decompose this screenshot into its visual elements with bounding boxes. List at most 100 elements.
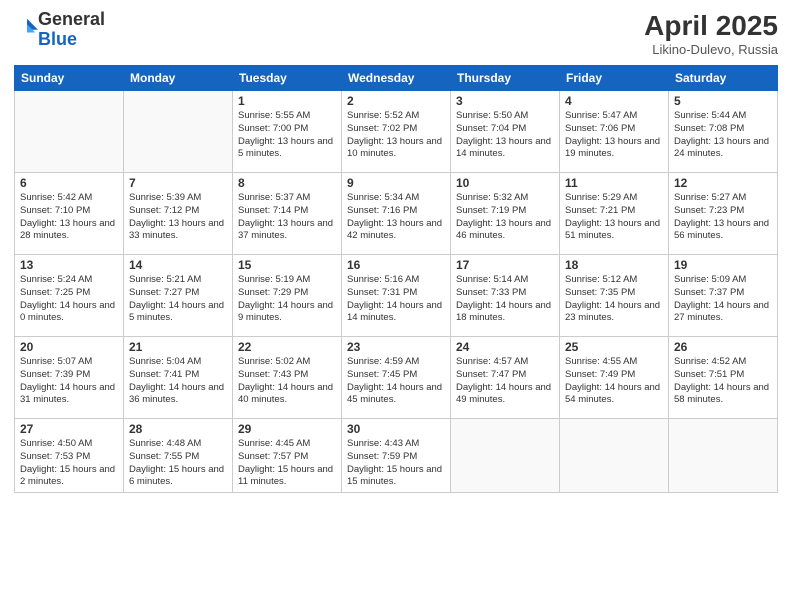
calendar-day-cell: 16Sunrise: 5:16 AM Sunset: 7:31 PM Dayli… — [342, 255, 451, 337]
day-info: Sunrise: 4:48 AM Sunset: 7:55 PM Dayligh… — [129, 438, 227, 489]
day-of-week-header: Tuesday — [233, 66, 342, 91]
day-info: Sunrise: 5:09 AM Sunset: 7:37 PM Dayligh… — [674, 274, 772, 325]
day-number: 13 — [20, 258, 118, 272]
calendar-day-cell: 19 Sunrise: 5:09 AM Sunset: 7:37 PM Dayli… — [669, 255, 778, 337]
calendar-day-cell: 14 Sunrise: 5:21 AM Sunset: 7:27 PM Dayli… — [124, 255, 233, 337]
day-number: 12 — [674, 176, 772, 190]
day-info: Sunrise: 4:45 AM Sunset: 7:57 PM Dayligh… — [238, 438, 336, 489]
calendar-day-cell: 3 Sunrise: 5:50 AM Sunset: 7:04 PM Daylig… — [451, 91, 560, 173]
logo-icon — [16, 16, 38, 38]
day-info: Sunrise: 5:47 AM Sunset: 7:06 PM Dayligh… — [565, 110, 663, 161]
logo-text: General Blue — [38, 10, 105, 50]
calendar-day-cell: 13 Sunrise: 5:24 AM Sunset: 7:25 PM Dayli… — [15, 255, 124, 337]
day-info: Sunrise: 4:57 AM Sunset: 7:47 PM Dayligh… — [456, 356, 554, 407]
day-number: 8 — [238, 176, 336, 190]
day-number: 19 — [674, 258, 772, 272]
day-number: 15 — [238, 258, 336, 272]
day-info: Sunrise: 5:34 AM Sunset: 7:16 PM Dayligh… — [347, 192, 445, 243]
logo-general: General — [38, 9, 105, 29]
calendar-day-cell: 28Sunrise: 4:48 AM Sunset: 7:55 PM Dayli… — [124, 419, 233, 493]
calendar-day-cell: 30 Sunrise: 4:43 AM Sunset: 7:59 PM Dayli… — [342, 419, 451, 493]
calendar-header-row: SundayMondayTuesdayWednesdayThursdayFrid… — [15, 66, 778, 91]
calendar-week-row: 1Sunrise: 5:55 AM Sunset: 7:00 PM Daylig… — [15, 91, 778, 173]
header: General Blue April 2025 Likino-Dulevo, R… — [14, 10, 778, 57]
calendar-day-cell: 27Sunrise: 4:50 AM Sunset: 7:53 PM Dayli… — [15, 419, 124, 493]
day-info: Sunrise: 4:59 AM Sunset: 7:45 PM Dayligh… — [347, 356, 445, 407]
calendar-day-cell: 12 Sunrise: 5:27 AM Sunset: 7:23 PM Dayli… — [669, 173, 778, 255]
day-number: 23 — [347, 340, 445, 354]
day-info: Sunrise: 5:02 AM Sunset: 7:43 PM Dayligh… — [238, 356, 336, 407]
day-info: Sunrise: 5:29 AM Sunset: 7:21 PM Dayligh… — [565, 192, 663, 243]
calendar-day-cell: 8 Sunrise: 5:37 AM Sunset: 7:14 PM Daylig… — [233, 173, 342, 255]
day-number: 26 — [674, 340, 772, 354]
calendar-day-cell: 24 Sunrise: 4:57 AM Sunset: 7:47 PM Dayli… — [451, 337, 560, 419]
day-info: Sunrise: 5:12 AM Sunset: 7:35 PM Dayligh… — [565, 274, 663, 325]
day-info: Sunrise: 5:21 AM Sunset: 7:27 PM Dayligh… — [129, 274, 227, 325]
day-number: 21 — [129, 340, 227, 354]
day-info: Sunrise: 5:16 AM Sunset: 7:31 PM Dayligh… — [347, 274, 445, 325]
day-number: 4 — [565, 94, 663, 108]
day-number: 24 — [456, 340, 554, 354]
calendar-day-cell: 10 Sunrise: 5:32 AM Sunset: 7:19 PM Dayli… — [451, 173, 560, 255]
calendar-day-cell: 6Sunrise: 5:42 AM Sunset: 7:10 PM Daylig… — [15, 173, 124, 255]
day-number: 10 — [456, 176, 554, 190]
calendar-day-cell: 29 Sunrise: 4:45 AM Sunset: 7:57 PM Dayli… — [233, 419, 342, 493]
day-info: Sunrise: 4:43 AM Sunset: 7:59 PM Dayligh… — [347, 438, 445, 489]
day-of-week-header: Sunday — [15, 66, 124, 91]
day-number: 7 — [129, 176, 227, 190]
day-info: Sunrise: 5:24 AM Sunset: 7:25 PM Dayligh… — [20, 274, 118, 325]
day-number: 9 — [347, 176, 445, 190]
day-number: 29 — [238, 422, 336, 436]
day-number: 30 — [347, 422, 445, 436]
calendar-week-row: 20 Sunrise: 5:07 AM Sunset: 7:39 PM Dayli… — [15, 337, 778, 419]
calendar-day-cell: 2 Sunrise: 5:52 AM Sunset: 7:02 PM Daylig… — [342, 91, 451, 173]
calendar-day-cell: 18 Sunrise: 5:12 AM Sunset: 7:35 PM Dayli… — [560, 255, 669, 337]
day-number: 18 — [565, 258, 663, 272]
calendar-day-cell: 5 Sunrise: 5:44 AM Sunset: 7:08 PM Daylig… — [669, 91, 778, 173]
day-number: 1 — [238, 94, 336, 108]
day-info: Sunrise: 5:32 AM Sunset: 7:19 PM Dayligh… — [456, 192, 554, 243]
day-number: 22 — [238, 340, 336, 354]
logo: General Blue — [14, 10, 105, 50]
day-of-week-header: Friday — [560, 66, 669, 91]
month-title: April 2025 — [644, 10, 778, 42]
day-number: 6 — [20, 176, 118, 190]
day-of-week-header: Monday — [124, 66, 233, 91]
calendar-day-cell — [124, 91, 233, 173]
day-info: Sunrise: 5:44 AM Sunset: 7:08 PM Dayligh… — [674, 110, 772, 161]
calendar-day-cell — [15, 91, 124, 173]
calendar-week-row: 6Sunrise: 5:42 AM Sunset: 7:10 PM Daylig… — [15, 173, 778, 255]
calendar-day-cell: 20 Sunrise: 5:07 AM Sunset: 7:39 PM Dayli… — [15, 337, 124, 419]
page: General Blue April 2025 Likino-Dulevo, R… — [0, 0, 792, 612]
calendar-day-cell: 15 Sunrise: 5:19 AM Sunset: 7:29 PM Dayli… — [233, 255, 342, 337]
calendar-day-cell: 1Sunrise: 5:55 AM Sunset: 7:00 PM Daylig… — [233, 91, 342, 173]
day-info: Sunrise: 5:14 AM Sunset: 7:33 PM Dayligh… — [456, 274, 554, 325]
day-info: Sunrise: 5:37 AM Sunset: 7:14 PM Dayligh… — [238, 192, 336, 243]
day-info: Sunrise: 4:55 AM Sunset: 7:49 PM Dayligh… — [565, 356, 663, 407]
calendar-day-cell: 21Sunrise: 5:04 AM Sunset: 7:41 PM Dayli… — [124, 337, 233, 419]
calendar-week-row: 13 Sunrise: 5:24 AM Sunset: 7:25 PM Dayli… — [15, 255, 778, 337]
calendar-day-cell: 22 Sunrise: 5:02 AM Sunset: 7:43 PM Dayli… — [233, 337, 342, 419]
day-number: 14 — [129, 258, 227, 272]
day-info: Sunrise: 5:07 AM Sunset: 7:39 PM Dayligh… — [20, 356, 118, 407]
day-number: 17 — [456, 258, 554, 272]
day-info: Sunrise: 5:39 AM Sunset: 7:12 PM Dayligh… — [129, 192, 227, 243]
day-of-week-header: Thursday — [451, 66, 560, 91]
logo-blue: Blue — [38, 29, 77, 49]
calendar-day-cell: 9 Sunrise: 5:34 AM Sunset: 7:16 PM Daylig… — [342, 173, 451, 255]
day-info: Sunrise: 5:52 AM Sunset: 7:02 PM Dayligh… — [347, 110, 445, 161]
day-info: Sunrise: 5:27 AM Sunset: 7:23 PM Dayligh… — [674, 192, 772, 243]
calendar: SundayMondayTuesdayWednesdayThursdayFrid… — [14, 65, 778, 493]
title-area: April 2025 Likino-Dulevo, Russia — [644, 10, 778, 57]
day-number: 11 — [565, 176, 663, 190]
day-number: 5 — [674, 94, 772, 108]
day-of-week-header: Wednesday — [342, 66, 451, 91]
day-number: 2 — [347, 94, 445, 108]
day-info: Sunrise: 4:50 AM Sunset: 7:53 PM Dayligh… — [20, 438, 118, 489]
day-number: 3 — [456, 94, 554, 108]
day-info: Sunrise: 5:50 AM Sunset: 7:04 PM Dayligh… — [456, 110, 554, 161]
day-number: 20 — [20, 340, 118, 354]
day-info: Sunrise: 5:19 AM Sunset: 7:29 PM Dayligh… — [238, 274, 336, 325]
day-info: Sunrise: 4:52 AM Sunset: 7:51 PM Dayligh… — [674, 356, 772, 407]
calendar-week-row: 27Sunrise: 4:50 AM Sunset: 7:53 PM Dayli… — [15, 419, 778, 493]
